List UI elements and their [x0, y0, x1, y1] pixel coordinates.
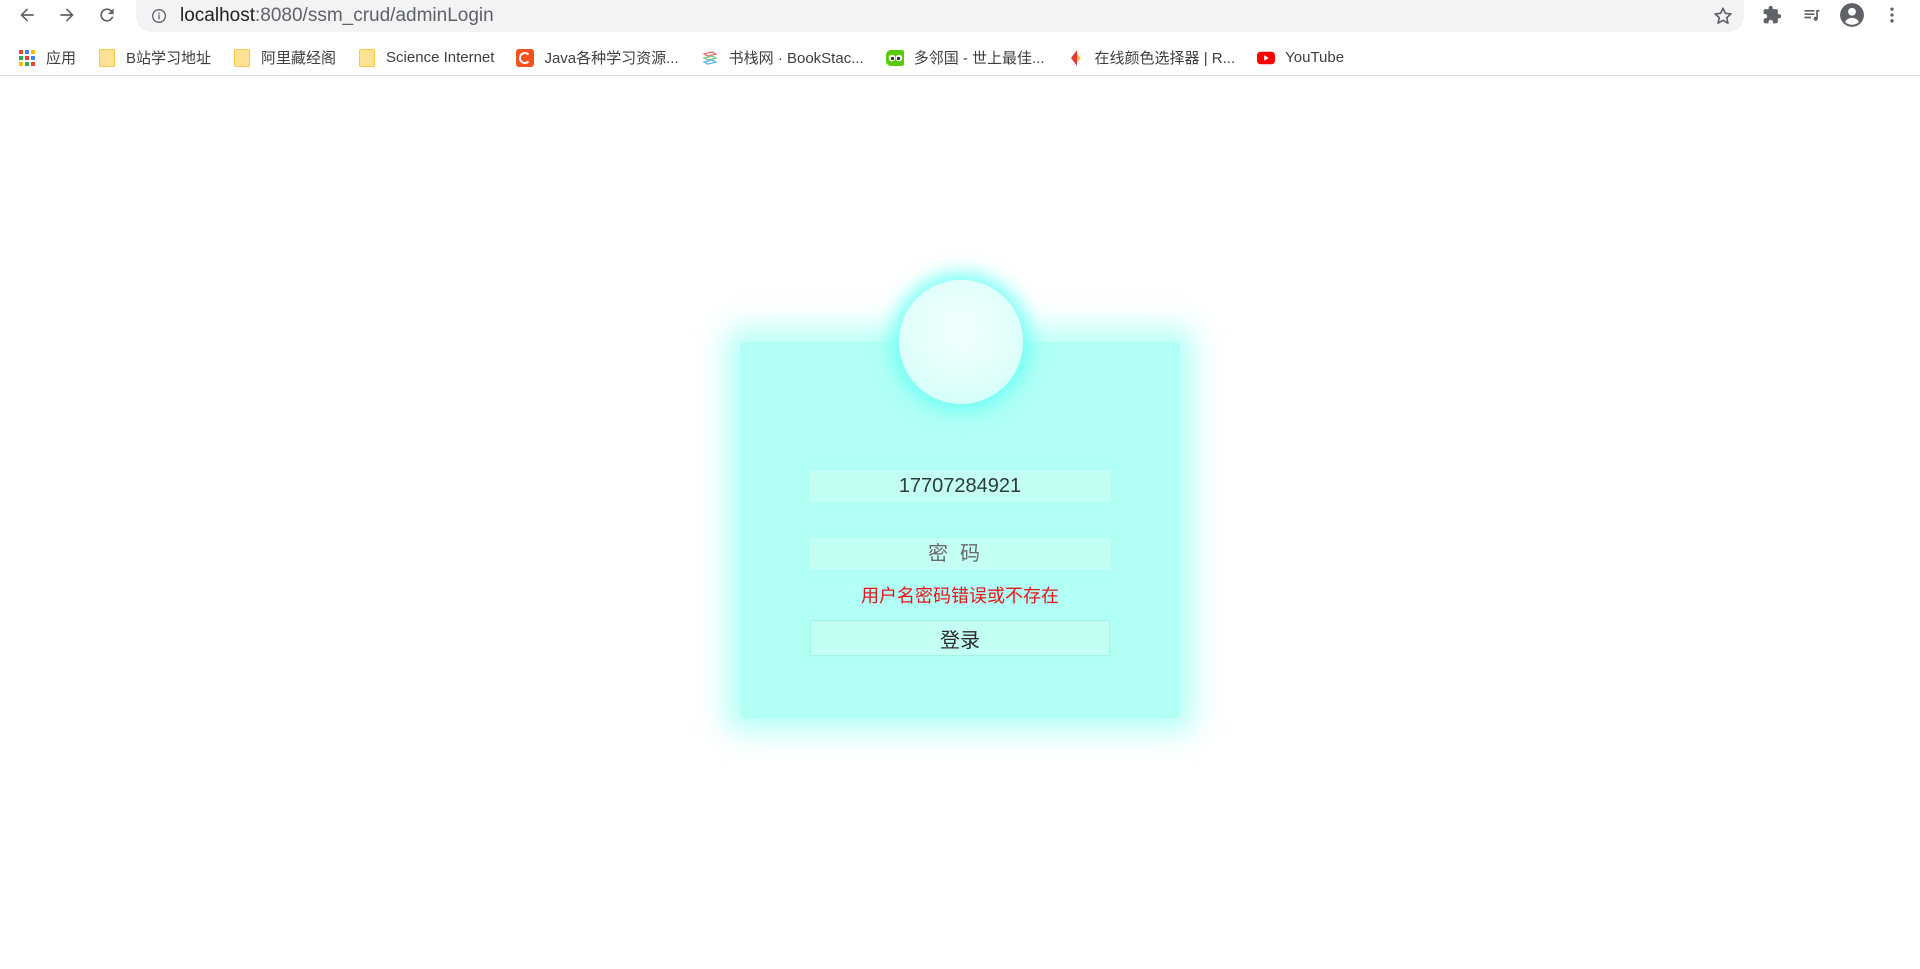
bookmark-label: Java各种学习资源... — [544, 50, 679, 67]
arrow-right-icon — [60, 7, 74, 22]
bookmark-color-picker[interactable]: 在线颜色选择器 | R... — [1067, 44, 1236, 72]
extensions-button[interactable] — [1757, 2, 1787, 28]
c-logo-icon — [516, 48, 535, 67]
menu-button[interactable] — [1877, 2, 1907, 28]
bookmark-science-internet-folder[interactable]: Science Internet — [358, 44, 494, 72]
back-button[interactable] — [10, 0, 44, 29]
more-vert-icon — [1890, 7, 1894, 23]
bookmark-java-resources[interactable]: Java各种学习资源... — [516, 44, 679, 72]
reload-icon — [100, 7, 114, 22]
reload-button[interactable] — [90, 0, 124, 29]
color-picker-icon — [1067, 49, 1085, 67]
bookmark-label: YouTube — [1285, 49, 1345, 66]
error-message: 用户名密码错误或不存在 — [861, 586, 1059, 606]
media-control-button[interactable] — [1797, 2, 1827, 28]
folder-icon — [358, 48, 376, 67]
folder-icon — [98, 48, 116, 67]
browser-toolbar: localhost:8080/ssm_crud/adminLogin — [0, 0, 1920, 32]
bookmark-aliyun-folder[interactable]: 阿里藏经阁 — [233, 44, 336, 72]
forward-button[interactable] — [50, 0, 84, 29]
bookmark-label: 在线颜色选择器 | R... — [1094, 50, 1236, 67]
url-path: :8080/ssm_crud/adminLogin — [255, 5, 494, 26]
bookmark-label: Science Internet — [386, 49, 495, 66]
bookmark-label: B站学习地址 — [126, 50, 212, 67]
puzzle-icon — [1763, 5, 1782, 24]
bookmark-duolingo[interactable]: 多邻国 - 世上最佳... — [885, 44, 1045, 72]
username-input[interactable] — [810, 470, 1110, 502]
bookmark-bookstack[interactable]: 书栈网 · BookStac... — [701, 44, 864, 72]
address-bar[interactable]: localhost:8080/ssm_crud/adminLogin — [136, 0, 1744, 32]
login-button[interactable]: 登录 — [810, 620, 1110, 656]
duolingo-owl-icon — [885, 49, 904, 67]
account-circle-icon — [1840, 3, 1864, 27]
avatar — [899, 280, 1023, 404]
apps-grid-icon — [18, 49, 36, 67]
password-input[interactable] — [810, 538, 1110, 570]
youtube-icon — [1257, 49, 1276, 67]
url-host: localhost — [180, 5, 255, 26]
info-icon[interactable] — [150, 7, 168, 25]
bookmark-apps[interactable]: 应用 — [18, 44, 76, 72]
bookmark-star-icon[interactable] — [1712, 5, 1734, 27]
profile-button[interactable] — [1837, 2, 1867, 28]
arrow-left-icon — [20, 7, 34, 22]
bookmark-label: 多邻国 - 世上最佳... — [913, 50, 1045, 67]
bookmark-label: 阿里藏经阁 — [261, 50, 337, 67]
bookstack-icon — [701, 49, 719, 67]
folder-icon — [233, 48, 251, 67]
bookmarks-bar: 应用 B站学习地址 阿里藏经阁 Science Internet Java各种学… — [0, 40, 1920, 76]
playlist-music-icon — [1804, 10, 1820, 21]
bookmark-label: 书栈网 · BookStac... — [728, 50, 864, 67]
bookmark-bilibili-folder[interactable]: B站学习地址 — [98, 44, 211, 72]
bookmark-label: 应用 — [46, 50, 77, 67]
bookmark-youtube[interactable]: YouTube — [1257, 44, 1344, 72]
url-text: localhost:8080/ssm_crud/adminLogin — [180, 5, 494, 27]
